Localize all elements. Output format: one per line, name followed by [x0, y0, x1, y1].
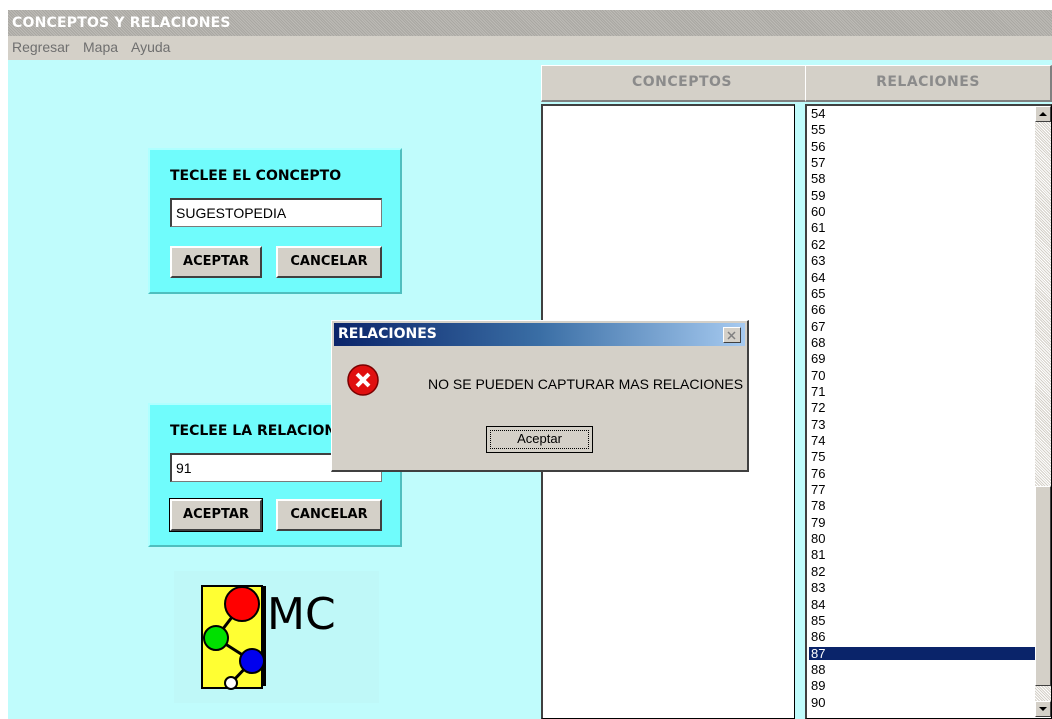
- relation-list-item[interactable]: 83: [809, 581, 1036, 594]
- concept-input[interactable]: [170, 198, 382, 227]
- relation-list-item[interactable]: 57: [809, 156, 1036, 169]
- conceptos-header-label: CONCEPTOS: [631, 74, 733, 90]
- concept-panel-title: TECLEE EL CONCEPTO: [170, 168, 342, 184]
- relation-list-item[interactable]: 60: [809, 205, 1036, 218]
- relation-list-item[interactable]: 65: [809, 287, 1036, 300]
- relation-list-item[interactable]: 81: [809, 548, 1036, 561]
- scroll-thumb[interactable]: [1035, 486, 1051, 686]
- relation-list-item[interactable]: 89: [809, 679, 1036, 692]
- relaciones-header[interactable]: RELACIONES: [805, 65, 1052, 102]
- menu-regresar[interactable]: Regresar: [12, 39, 70, 55]
- relation-list-item[interactable]: 88: [809, 663, 1036, 676]
- relation-list-item[interactable]: 63: [809, 254, 1036, 267]
- relaciones-list[interactable]: 54 55 56 57 58 59 60 61 62 63 64 65 66 67 68 69 70 71 72 73…: [805, 104, 1052, 719]
- relation-list-item[interactable]: 67: [809, 320, 1036, 333]
- arrow-down-icon: [1039, 707, 1047, 711]
- menu-ayuda[interactable]: Ayuda: [131, 39, 170, 55]
- relation-list-item[interactable]: 86: [809, 630, 1036, 643]
- concept-map-logo-icon: MC: [201, 585, 336, 690]
- relation-list-item[interactable]: 74: [809, 434, 1036, 447]
- relation-list-item[interactable]: 77: [809, 483, 1036, 496]
- relation-list-item[interactable]: 70: [809, 369, 1036, 382]
- relation-list-item[interactable]: 75: [809, 450, 1036, 463]
- concept-panel: TECLEE EL CONCEPTO ACEPTAR CANCELAR: [148, 148, 402, 294]
- error-dialog: RELACIONES NO SE PUEDEN CAPTURAR MAS REL…: [331, 320, 749, 472]
- relation-list-item[interactable]: 55: [809, 123, 1036, 136]
- menu-bar: Regresar Mapa Ayuda: [8, 36, 1052, 57]
- relation-list-item[interactable]: 84: [809, 598, 1036, 611]
- window-title: CONCEPTOS Y RELACIONES: [12, 15, 231, 31]
- scroll-down-button[interactable]: [1035, 701, 1051, 717]
- error-icon: [347, 364, 379, 396]
- arrow-up-icon: [1039, 112, 1047, 116]
- menu-mapa[interactable]: Mapa: [83, 39, 118, 55]
- relation-list-item[interactable]: 80: [809, 532, 1036, 545]
- dialog-title-bar: RELACIONES: [334, 323, 745, 346]
- relation-list-item[interactable]: 66: [809, 303, 1036, 316]
- relaciones-header-label: RELACIONES: [876, 74, 980, 90]
- relation-list-item[interactable]: 78: [809, 499, 1036, 512]
- relation-list-item[interactable]: 68: [809, 336, 1036, 349]
- logo-text: MC: [267, 589, 336, 640]
- relation-list-item[interactable]: 85: [809, 614, 1036, 627]
- relation-cancel-button[interactable]: CANCELAR: [276, 499, 382, 531]
- dialog-ok-button[interactable]: Aceptar: [486, 426, 593, 453]
- relation-list-item[interactable]: 79: [809, 516, 1036, 529]
- relation-list-item[interactable]: 58: [809, 172, 1036, 185]
- relation-list-item[interactable]: 61: [809, 221, 1036, 234]
- scroll-up-button[interactable]: [1035, 106, 1051, 122]
- relation-list-item[interactable]: 69: [809, 352, 1036, 365]
- relaciones-scrollbar[interactable]: [1035, 106, 1051, 717]
- relation-list-item[interactable]: 73: [809, 418, 1036, 431]
- conceptos-header[interactable]: CONCEPTOS: [541, 65, 824, 102]
- relation-list-item[interactable]: 56: [809, 140, 1036, 153]
- relation-list-item[interactable]: 62: [809, 238, 1036, 251]
- close-icon: [727, 331, 736, 340]
- focus-rect: [490, 430, 589, 449]
- title-bar: CONCEPTOS Y RELACIONES: [8, 10, 1052, 36]
- relation-list-item[interactable]: 59: [809, 189, 1036, 202]
- concept-cancel-button[interactable]: CANCELAR: [276, 246, 382, 278]
- dialog-title: RELACIONES: [338, 326, 437, 342]
- relation-panel-title: TECLEE LA RELACION: [170, 423, 337, 439]
- dialog-message: NO SE PUEDEN CAPTURAR MAS RELACIONES: [428, 376, 744, 392]
- concept-accept-button[interactable]: ACEPTAR: [170, 246, 262, 278]
- relation-list-item[interactable]: 72: [809, 401, 1036, 414]
- relation-list-item[interactable]: 76: [809, 467, 1036, 480]
- relation-list-item[interactable]: 82: [809, 565, 1036, 578]
- dialog-close-button[interactable]: [723, 327, 741, 343]
- relation-list-item[interactable]: 54: [809, 107, 1036, 120]
- app-logo: MC: [174, 571, 379, 703]
- relation-list-item[interactable]: 87: [809, 646, 1036, 660]
- relation-accept-button[interactable]: ACEPTAR: [169, 498, 263, 532]
- relation-list-item[interactable]: 90: [809, 696, 1036, 709]
- relation-list-item[interactable]: 71: [809, 385, 1036, 398]
- relation-list-item[interactable]: 64: [809, 271, 1036, 284]
